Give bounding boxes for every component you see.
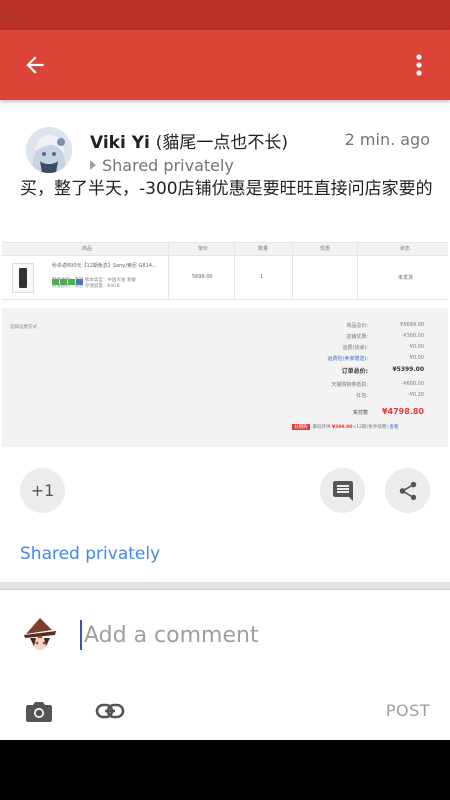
- summary-row: 实付款 ¥4798.80: [352, 407, 424, 416]
- post-detail: Viki Yi (貓尾一点也不长) 2 min. ago Shared priv…: [0, 100, 450, 740]
- summary-row: 运费(快递): ¥0.00: [342, 344, 424, 351]
- post-text: 买，整了半天，-300店铺优惠是要旺旺直接问店家要的: [20, 179, 433, 199]
- product-thumbnail: [12, 263, 34, 293]
- share-icon: [399, 481, 416, 500]
- installment-line: 分期购 最低月供 ¥399.90×12期(免手续费) 查看: [292, 424, 399, 430]
- more-vert-icon[interactable]: [402, 44, 436, 86]
- summary-row: 商品总价: ¥5699.00: [346, 322, 424, 329]
- order-summary: 选择运费方式 商品总价: ¥5699.00 店铺优惠: -¥300.00 运费(快递…: [2, 308, 448, 447]
- comment-icon: [332, 480, 353, 501]
- app-bar: [0, 30, 450, 100]
- share-button[interactable]: [385, 468, 430, 513]
- summary-row: 店铺优惠: -¥300.00: [346, 333, 424, 340]
- divider: [292, 242, 293, 300]
- author-display-name: Viki Yi: [90, 133, 150, 153]
- product-name: 秒杀返600元【12期免息】Sony/索尼 G814...: [52, 263, 157, 269]
- order-table-header: 商品 单价 数量 优惠 状态: [2, 242, 448, 256]
- link-button[interactable]: [92, 696, 128, 726]
- post-attached-image[interactable]: 商品 单价 数量 优惠 状态 秒杀返600元【12期免息】Sony/索尼 G81…: [2, 242, 448, 447]
- visibility-line: Shared privately: [90, 156, 234, 175]
- section-divider: [0, 582, 450, 590]
- unit-price: 5699.00: [192, 274, 213, 280]
- camera-icon: [26, 702, 52, 722]
- divider: [357, 242, 358, 300]
- divider: [234, 242, 235, 300]
- quantity: 1: [260, 274, 264, 280]
- visibility-label: Shared privately: [102, 156, 234, 175]
- header-cell: 数量: [258, 246, 269, 252]
- author-name[interactable]: Viki Yi (貓尾一点也不长): [90, 128, 288, 153]
- summary-row: 天猫购物券抵扣: -¥600.00: [331, 381, 424, 388]
- order-item-row: 秒杀返600元【12期免息】Sony/索尼 G814... 网络类型：无锁 版本…: [2, 256, 448, 300]
- item-status: 未发货: [398, 275, 414, 281]
- plus-one-button[interactable]: +1: [20, 468, 65, 513]
- header-cell: 单价: [198, 246, 209, 252]
- camera-button[interactable]: [22, 696, 56, 726]
- summary-note: 选择运费方式: [10, 325, 37, 330]
- post-header: Viki Yi (貓尾一点也不长) 2 min. ago Shared priv…: [0, 100, 450, 180]
- comment-button[interactable]: [320, 468, 365, 513]
- summary-row: 红包: -¥0.20: [356, 392, 424, 399]
- my-avatar: [22, 616, 58, 652]
- status-bar: [0, 0, 450, 30]
- back-arrow-icon[interactable]: [14, 44, 56, 86]
- author-avatar[interactable]: [26, 127, 72, 173]
- caret-right-icon: [90, 160, 96, 170]
- author-alt-name: (貓尾一点也不长): [155, 133, 289, 153]
- summary-row: 运费险(卖家赠送): ¥0.00: [327, 355, 424, 362]
- summary-row: 订单总价: ¥5399.00: [341, 366, 424, 375]
- header-cell: 商品: [82, 246, 93, 252]
- product-specs: 网络类型：无锁 版本类型：中国大陆 套餐 机身颜色：黑色 存储容量：64GB: [52, 278, 136, 289]
- header-cell: 优惠: [320, 246, 331, 252]
- divider: [168, 242, 169, 300]
- post-time: 2 min. ago: [344, 130, 430, 149]
- post-comment-button[interactable]: POST: [386, 701, 430, 720]
- shared-privately-link[interactable]: Shared privately: [20, 544, 160, 564]
- system-nav-bar: [0, 740, 450, 800]
- comment-input[interactable]: [84, 618, 384, 652]
- header-cell: 状态: [400, 246, 411, 252]
- link-icon: [95, 703, 125, 719]
- text-cursor: [80, 620, 82, 650]
